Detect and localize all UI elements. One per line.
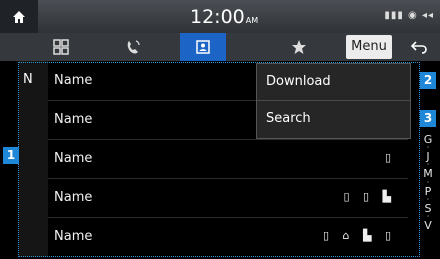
tab-call-history[interactable] <box>110 33 156 61</box>
contact-name: Name <box>54 151 93 166</box>
clock: 12:00AM <box>190 6 258 28</box>
menu-button[interactable]: Menu <box>346 35 392 59</box>
contact-type-icons: ▯ ▯ ▙ <box>343 190 396 203</box>
back-button[interactable] <box>398 33 440 61</box>
tab-favorites[interactable] <box>276 33 322 61</box>
index-strip <box>19 61 48 257</box>
contacts-icon <box>196 40 210 54</box>
favorites-star-icon <box>292 40 306 54</box>
status-icons: ▮▮▮ ◉ ◂◂ <box>384 10 434 21</box>
index-letter: N <box>23 72 33 87</box>
tab-contacts[interactable] <box>180 33 226 61</box>
clock-ampm: AM <box>245 16 259 25</box>
callout-badge: 2 <box>420 72 436 89</box>
contact-name: Name <box>54 112 93 127</box>
contact-name: Name <box>54 73 93 88</box>
contact-type-icons: ▯ <box>384 151 396 164</box>
menu-item-label: Search <box>266 111 311 126</box>
menu-item-label: Download <box>266 74 331 89</box>
alpha-letter[interactable]: V <box>424 219 432 232</box>
alphabet-index[interactable]: G · J · M · P · S · V <box>417 134 439 231</box>
home-icon <box>13 10 25 23</box>
contact-name: Name <box>54 229 93 244</box>
dialpad-icon <box>53 39 69 55</box>
contact-type-icons: ▯ ⌂ ▙ ▯ <box>322 229 396 242</box>
contact-row[interactable]: Name ▯ <box>48 140 408 179</box>
phone-screen: 12:00AM ▮▮▮ ◉ ◂◂ Menu N Name Name Name ▯… <box>0 0 440 259</box>
home-button[interactable] <box>0 0 38 33</box>
menu-item-search[interactable]: Search <box>257 101 410 138</box>
callout-badge: 1 <box>3 147 19 164</box>
contact-name: Name <box>54 190 93 205</box>
tab-bar: Menu <box>0 33 440 61</box>
menu-item-download[interactable]: Download <box>257 64 410 101</box>
contact-row[interactable]: Name ▯ ⌂ ▙ ▯ <box>48 218 408 256</box>
tab-dialpad[interactable] <box>38 33 84 61</box>
back-arrow-icon <box>410 41 427 54</box>
call-history-icon <box>127 40 140 54</box>
callout-badge: 3 <box>420 110 436 127</box>
contact-row[interactable]: Name ▯ ▯ ▙ <box>48 179 408 218</box>
status-bar: 12:00AM ▮▮▮ ◉ ◂◂ <box>0 0 440 33</box>
clock-time: 12:00 <box>190 6 245 28</box>
menu-dropdown: Download Search <box>256 63 411 139</box>
